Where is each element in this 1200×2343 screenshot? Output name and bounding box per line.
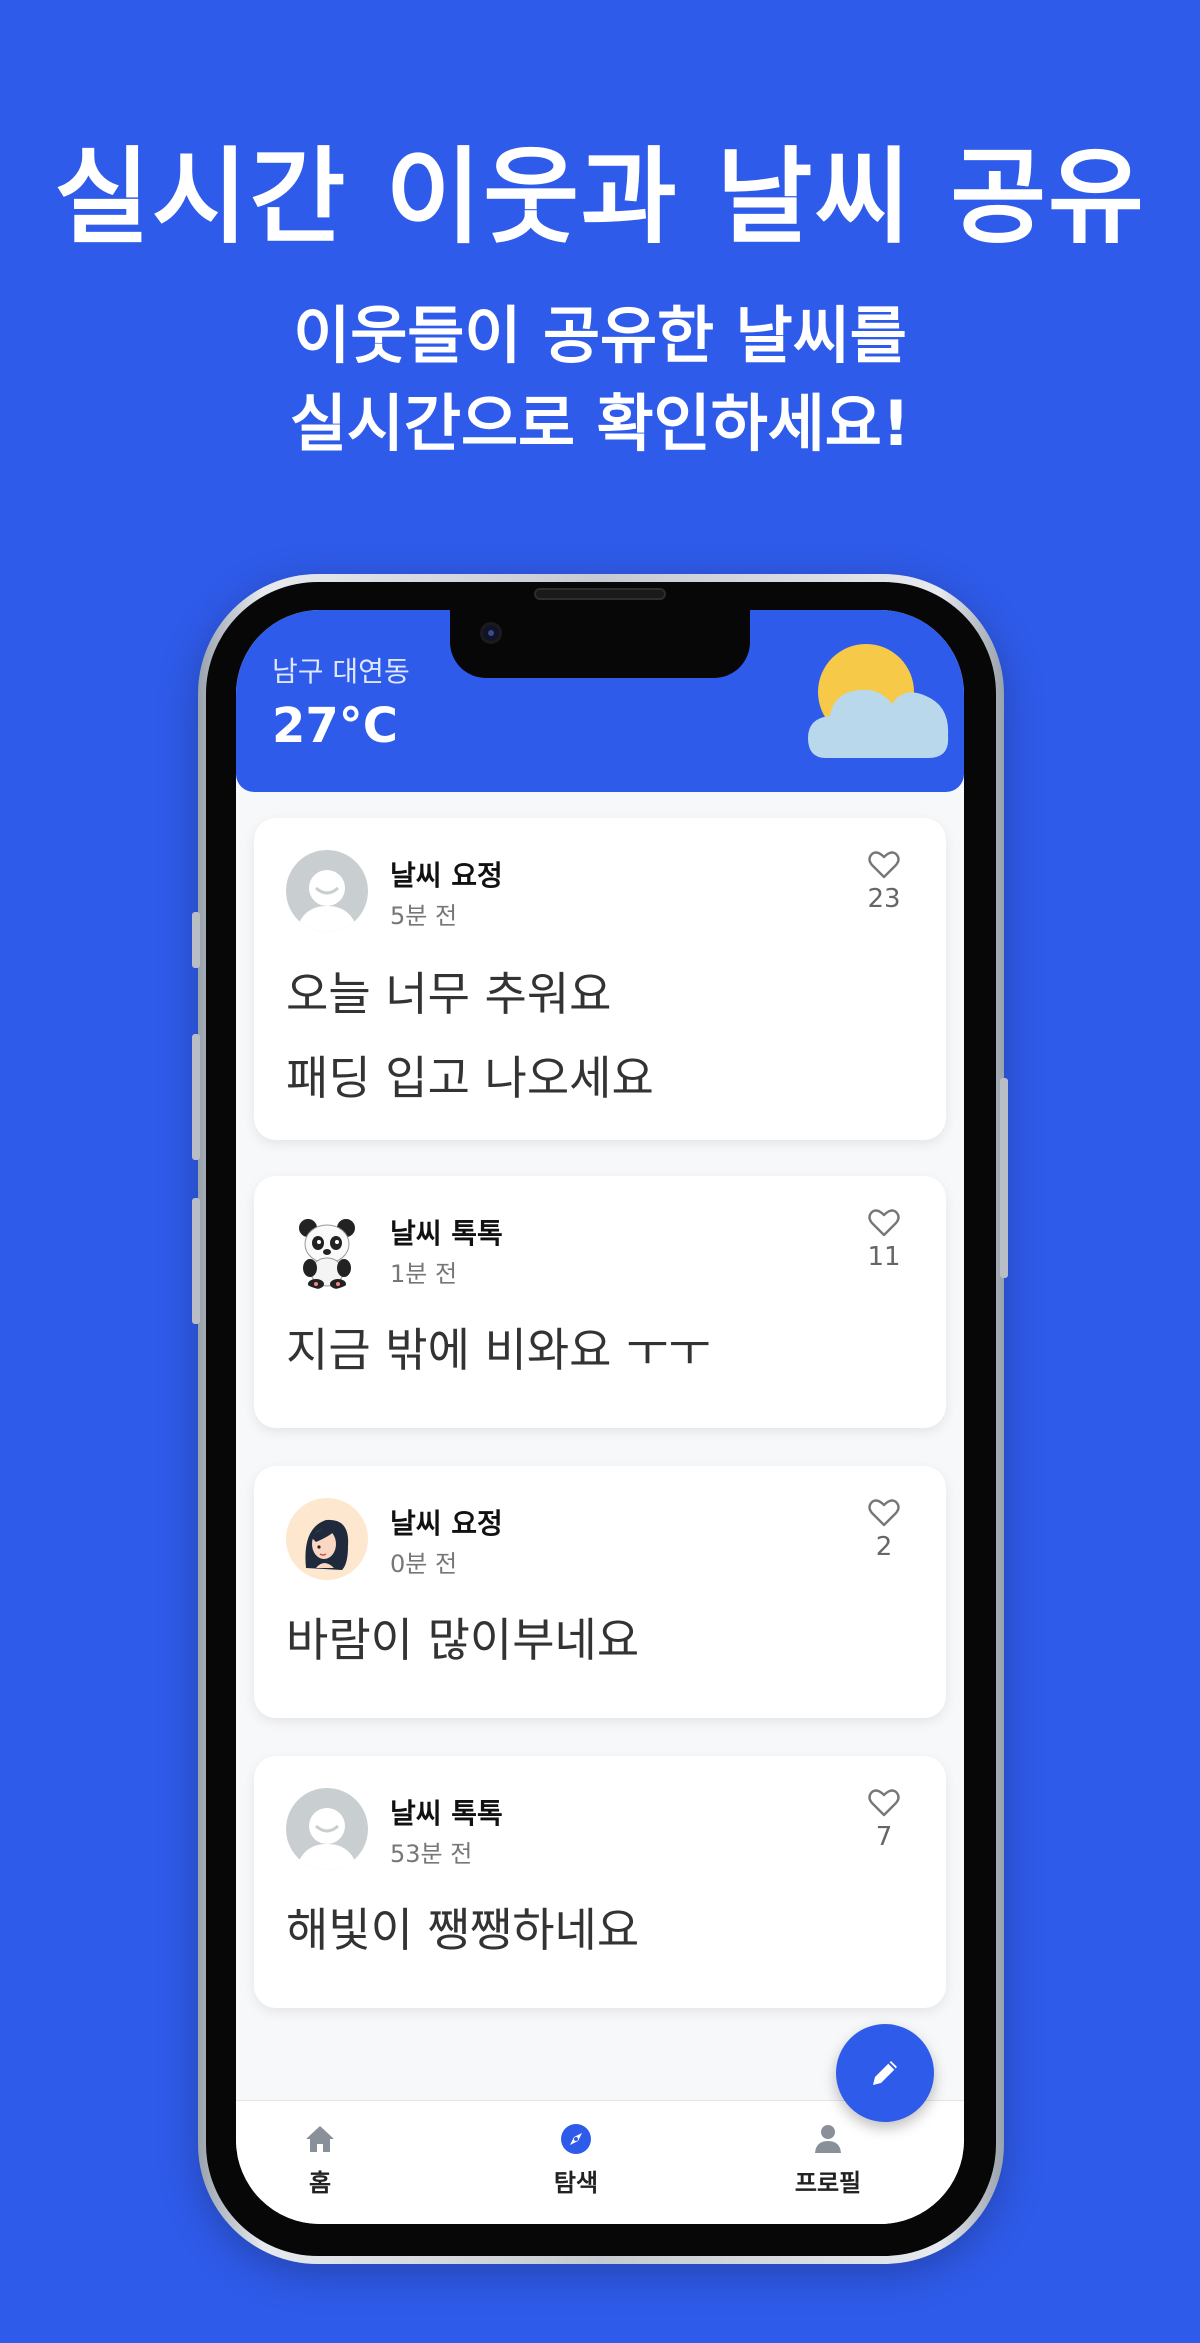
post-author: 날씨 요정: [390, 1507, 503, 1540]
bottom-navigation: 홈 탐색 프로필: [236, 2100, 964, 2224]
heart-icon: [868, 851, 900, 879]
post-content-line: 지금 밖에 비와요 ㅜㅜ: [286, 1323, 711, 1377]
like-count: 11: [867, 1242, 901, 1272]
temperature-label: 27°C: [272, 698, 399, 754]
post-card[interactable]: 날씨 요정 0분 전 2 바람이 많이부네요: [254, 1466, 946, 1718]
person-icon: [815, 2125, 841, 2153]
post-content: 바람이 많이부네요: [286, 1598, 639, 1682]
app-screen: 남구 대연동 27°C 날씨 요정 5분 전 23 오늘 너무 추워요 패딩 입…: [236, 610, 964, 2224]
nav-label: 탐색: [553, 2169, 599, 2197]
default-avatar: [286, 850, 368, 932]
like-button[interactable]: 7: [854, 1788, 914, 1852]
post-author: 날씨 톡톡: [390, 1217, 503, 1250]
like-count: 7: [875, 1822, 893, 1852]
post-time: 5분 전: [390, 902, 458, 930]
like-count: 2: [875, 1532, 893, 1562]
post-time: 53분 전: [390, 1840, 473, 1868]
post-content-line: 해빛이 쨍쨍하네요: [286, 1903, 640, 1957]
phone-speaker: [534, 588, 666, 600]
heart-icon: [868, 1789, 900, 1817]
post-content: 지금 밖에 비와요 ㅜㅜ: [286, 1308, 711, 1392]
like-count: 23: [867, 884, 901, 914]
post-time: 0분 전: [390, 1550, 458, 1578]
like-button[interactable]: 2: [854, 1498, 914, 1562]
post-card[interactable]: 날씨 톡톡 53분 전 7 해빛이 쨍쨍하네요: [254, 1756, 946, 2008]
phone-power-button: [1000, 1078, 1008, 1278]
default-avatar: [286, 1788, 368, 1870]
nav-item-explore[interactable]: 탐색: [516, 2121, 636, 2198]
post-content-line: 바람이 많이부네요: [286, 1613, 640, 1667]
post-author: 날씨 톡톡: [390, 1797, 503, 1830]
phone-silent-switch: [192, 912, 200, 968]
like-button[interactable]: 11: [854, 1208, 914, 1272]
promo-headline: 실시간 이웃과 날씨 공유: [54, 136, 1146, 258]
phone-volume-up: [192, 1034, 200, 1160]
post-content-line: 오늘 너무 추워요: [286, 967, 612, 1021]
post-card[interactable]: 날씨 톡톡 1분 전 11 지금 밖에 비와요 ㅜㅜ: [254, 1176, 946, 1428]
compass-icon: [561, 2124, 591, 2154]
nav-label: 홈: [308, 2169, 332, 2197]
pencil-icon: [873, 2061, 897, 2085]
promo-subline-line-1: 이웃들이 공유한 날씨를: [293, 299, 907, 372]
panda-avatar: [286, 1208, 368, 1290]
post-card[interactable]: 날씨 요정 5분 전 23 오늘 너무 추워요 패딩 입고 나오세요: [254, 818, 946, 1140]
post-author: 날씨 요정: [390, 859, 503, 892]
partly-cloudy-icon: [808, 644, 949, 758]
write-post-button[interactable]: [836, 2024, 934, 2122]
phone-volume-down: [192, 1198, 200, 1324]
promo-subline-line-2: 실시간으로 확인하세요!: [289, 387, 911, 460]
heart-icon: [868, 1209, 900, 1237]
post-content-line: 패딩 입고 나오세요: [286, 1051, 654, 1105]
nav-item-home[interactable]: 홈: [260, 2121, 380, 2198]
nav-item-profile[interactable]: 프로필: [768, 2121, 888, 2198]
post-time: 1분 전: [390, 1260, 458, 1288]
girl-avatar: [286, 1498, 368, 1580]
like-button[interactable]: 23: [854, 850, 914, 914]
nav-label: 프로필: [794, 2169, 862, 2197]
location-label: 남구 대연동: [272, 655, 410, 688]
home-icon: [306, 2126, 334, 2152]
heart-icon: [868, 1499, 900, 1527]
post-content: 오늘 너무 추워요 패딩 입고 나오세요: [286, 952, 654, 1120]
promo-subline: 이웃들이 공유한 날씨를 실시간으로 확인하세요!: [0, 292, 1200, 468]
post-content: 해빛이 쨍쨍하네요: [286, 1888, 639, 1972]
phone-camera: [480, 622, 502, 644]
